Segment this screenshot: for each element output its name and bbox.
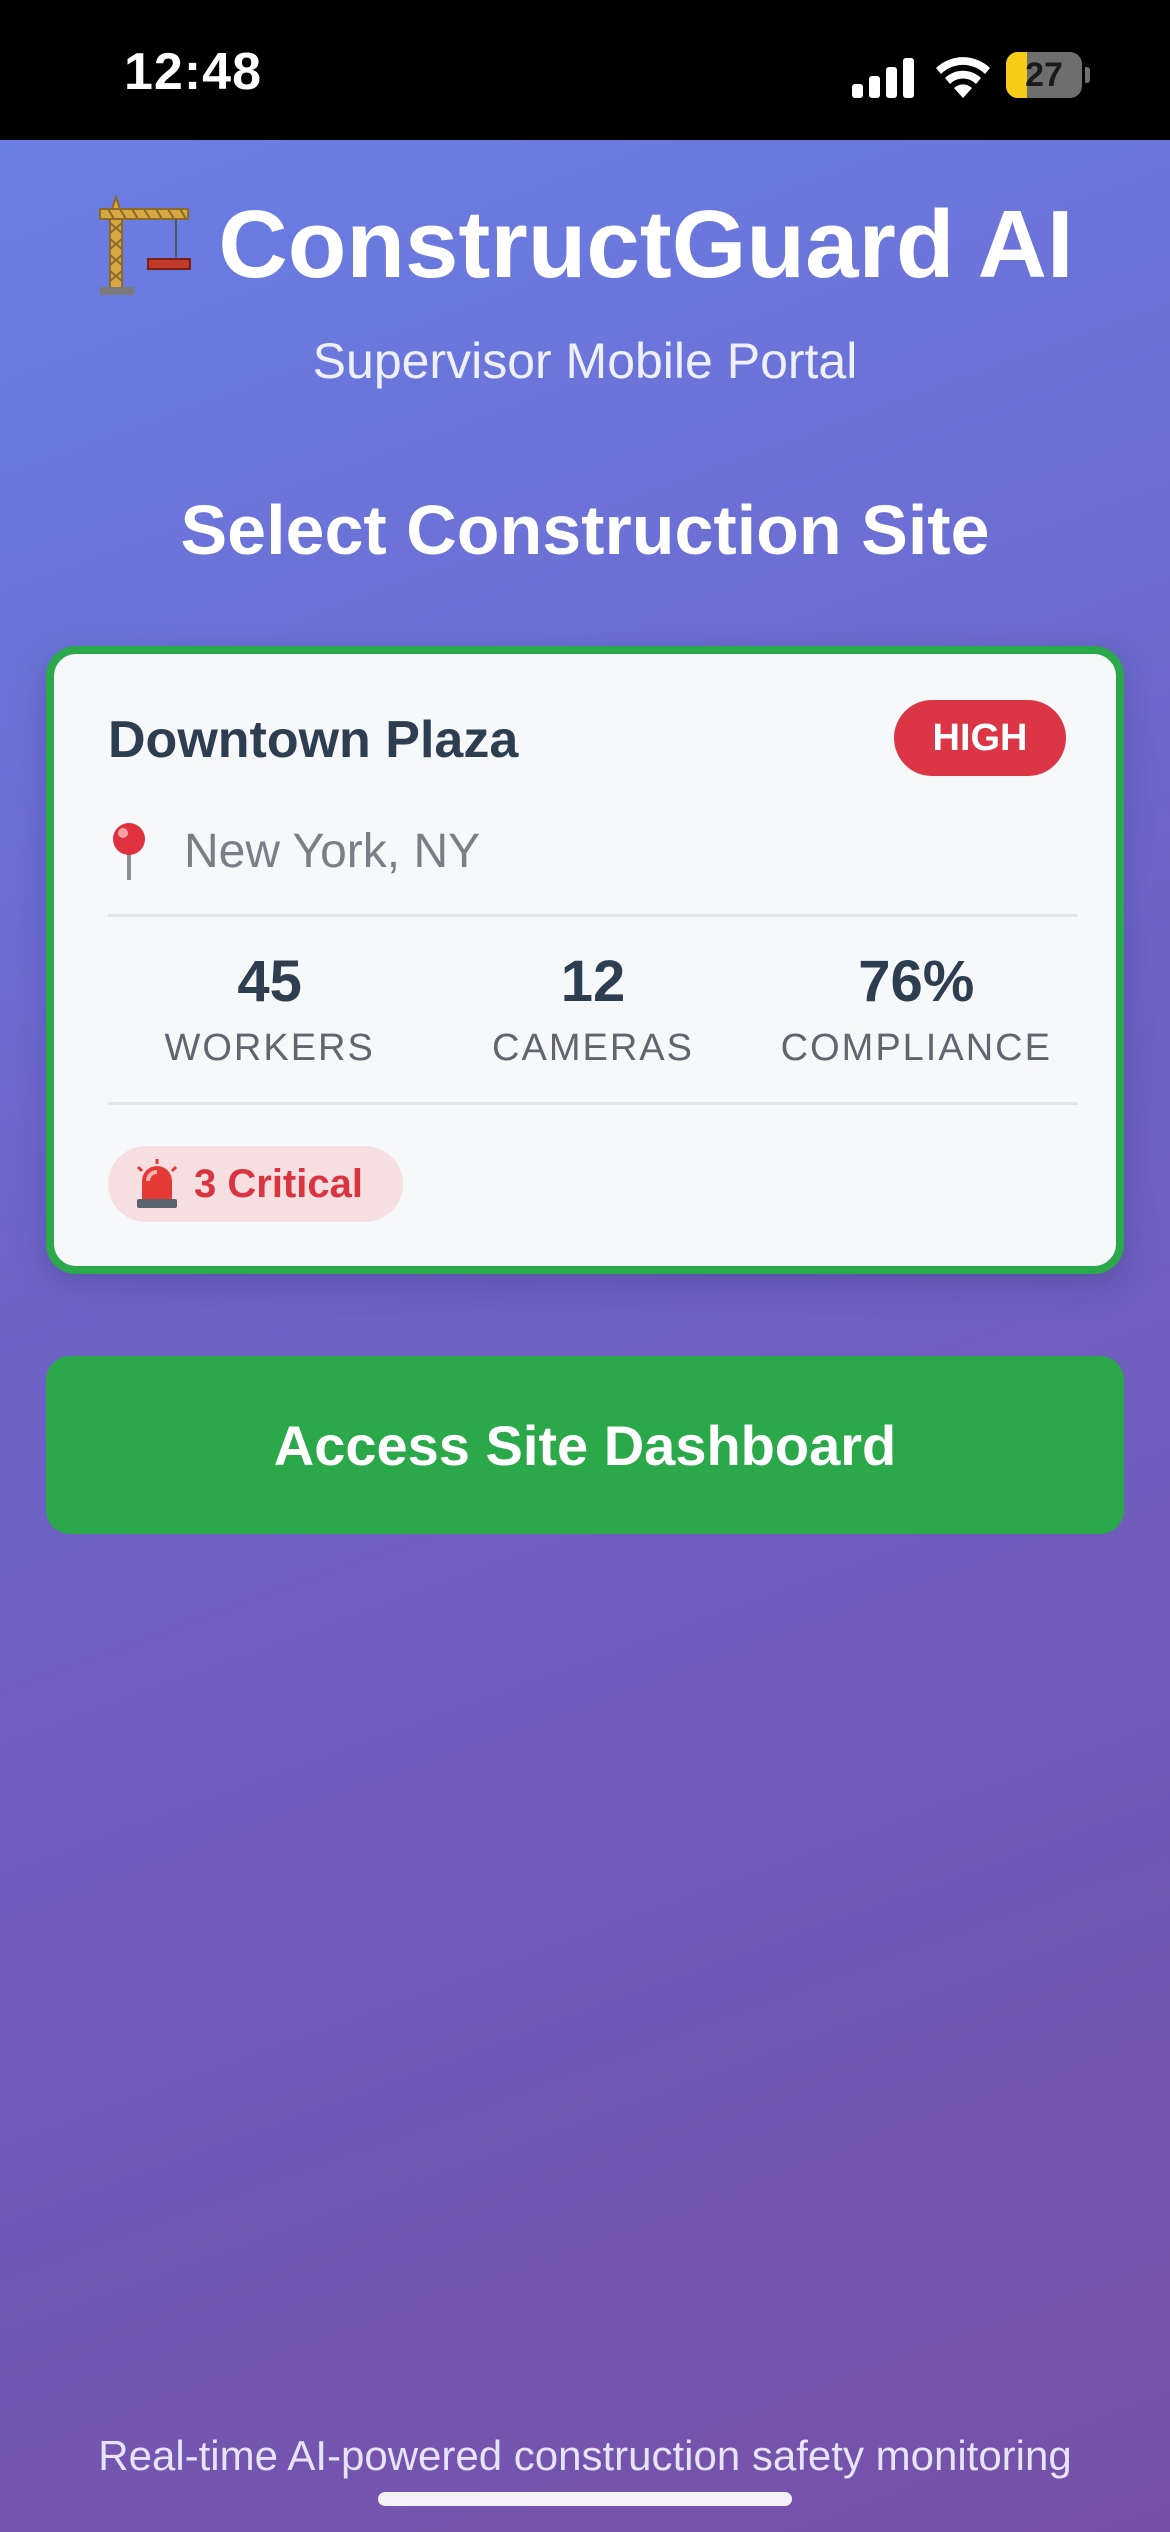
home-indicator[interactable] (378, 2492, 792, 2506)
status-time: 12:48 (124, 43, 262, 101)
site-card-downtown-plaza[interactable]: Downtown Plaza HIGH New York, NY 45 WORK… (46, 646, 1124, 1274)
stat-label: WORKERS (164, 1027, 375, 1069)
pin-icon (113, 823, 145, 880)
stat-value: 45 (237, 949, 302, 1014)
cellular-signal-icon (852, 58, 914, 98)
siren-icon (136, 1159, 178, 1208)
site-name: Downtown Plaza (108, 711, 519, 769)
battery-icon: 27 (1006, 52, 1090, 98)
critical-alerts-text: 3 Critical (194, 1161, 363, 1206)
site-stats: 45 WORKERS 12 CAMERAS 76% COMPLIANCE (108, 934, 1078, 1094)
site-location: New York, NY (108, 822, 480, 880)
critical-alerts-badge: 3 Critical (108, 1146, 403, 1222)
stat-compliance: 76% COMPLIANCE (755, 934, 1078, 1094)
access-site-dashboard-button[interactable]: Access Site Dashboard (46, 1356, 1124, 1534)
construction-crane-icon (99, 195, 192, 295)
stat-value: 76% (858, 949, 975, 1014)
status-bar: 12:48 27 (0, 0, 1170, 140)
stat-workers: 45 WORKERS (108, 934, 431, 1094)
app-subtitle: Supervisor Mobile Portal (312, 333, 858, 389)
section-title: Select Construction Site (180, 491, 990, 569)
footer-tagline: Real-time AI-powered construction safety… (98, 2432, 1072, 2479)
brand-header: ConstructGuard AI (0, 190, 1170, 300)
stat-value: 12 (560, 949, 626, 1014)
app-title: ConstructGuard AI (218, 191, 1074, 298)
location-text: New York, NY (184, 824, 481, 878)
stat-cameras: 12 CAMERAS (431, 934, 754, 1094)
stat-label: COMPLIANCE (780, 1027, 1052, 1069)
divider (108, 1102, 1078, 1105)
wifi-icon (936, 57, 990, 98)
stat-label: CAMERAS (492, 1027, 694, 1069)
risk-level-badge: HIGH (894, 700, 1066, 776)
battery-level: 27 (1025, 56, 1063, 94)
divider (108, 914, 1078, 917)
